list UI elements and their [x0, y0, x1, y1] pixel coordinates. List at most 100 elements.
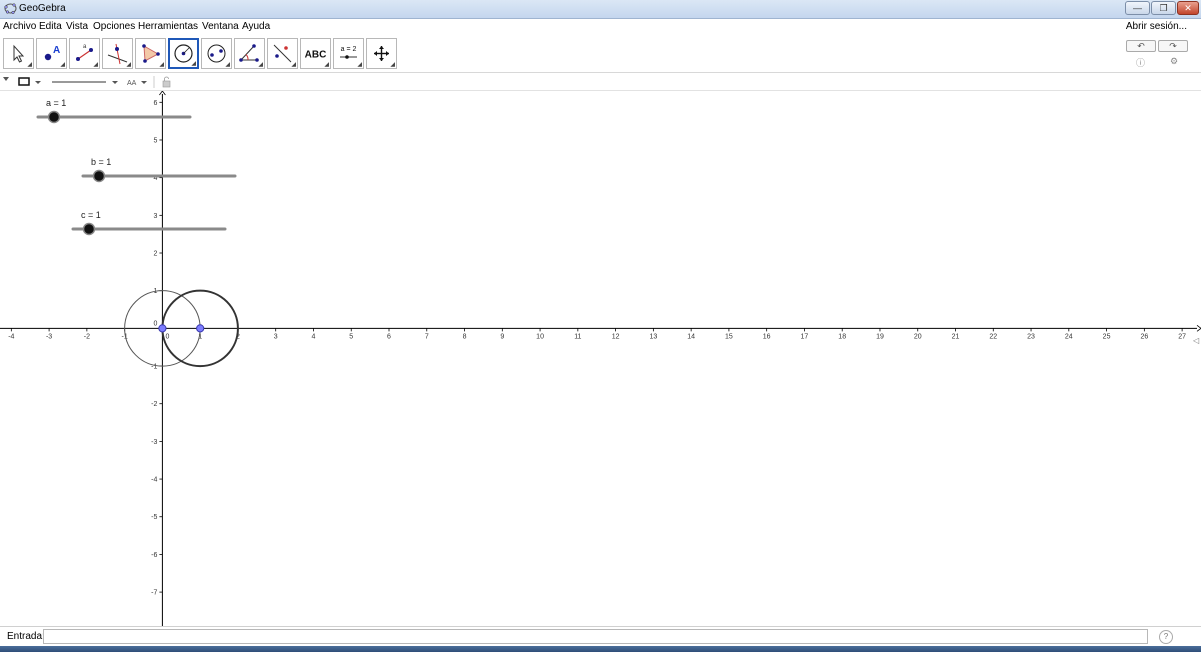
point-1[interactable]: [196, 324, 205, 333]
menu-ayuda[interactable]: Ayuda: [242, 21, 270, 32]
circle-center-point-tool-button[interactable]: ◢: [168, 38, 199, 69]
svg-text:A: A: [53, 45, 60, 56]
reflect-tool-button[interactable]: ◢: [267, 38, 298, 69]
x-tick-label: -2: [84, 333, 90, 340]
line-tool-button[interactable]: a ◢: [69, 38, 100, 69]
slider-a[interactable]: a = 1: [36, 98, 192, 124]
style-bar-controls: AA: [3, 76, 171, 88]
slider-knob[interactable]: [47, 110, 61, 124]
slider-b[interactable]: b = 1: [81, 157, 237, 183]
graphics-canvas[interactable]: -4 -3 -2 -1 0 1 2 3 4 5 6 7 8 9 10 11 12 13 14 15 16 17 18 19 20…: [0, 90, 1201, 626]
x-tick-label: 0: [165, 333, 169, 340]
polygon-tool-button[interactable]: ◢: [135, 38, 166, 69]
menu-opciones[interactable]: Opciones: [93, 21, 135, 32]
collapse-panel-icon[interactable]: ◁: [1193, 336, 1199, 345]
x-tick-label: 11: [574, 333, 581, 340]
chevron-down-icon[interactable]: [35, 81, 41, 84]
y-tick-label: 3: [153, 213, 157, 220]
x-tick-label: 18: [838, 333, 846, 340]
x-tick-label: 15: [725, 333, 733, 340]
undo-icon: ↶: [1137, 41, 1145, 51]
input-label: Entrada:: [7, 631, 45, 642]
color-swatch-icon[interactable]: [18, 77, 30, 86]
toggle-stylebar-icon[interactable]: [3, 77, 9, 81]
move-graphics-view-tool-button[interactable]: ◢: [366, 38, 397, 69]
input-bar: Entrada: ?: [0, 626, 1201, 646]
move-tool-button[interactable]: ◢: [3, 38, 34, 69]
chevron-down-icon[interactable]: [141, 81, 147, 84]
slider-label: b = 1: [91, 157, 111, 167]
graphics-view[interactable]: -4 -3 -2 -1 0 1 2 3 4 5 6 7 8 9 10 11 12 13 14 15 16 17 18 19 20…: [0, 90, 1201, 626]
x-tick-label: 25: [1103, 333, 1111, 340]
slider-label: a = 1: [46, 98, 66, 108]
input-help-icon[interactable]: ?: [1159, 630, 1173, 644]
x-tick-label: 4: [312, 333, 316, 340]
x-tick-label: -4: [8, 333, 14, 340]
ellipse-tool-button[interactable]: ◢: [201, 38, 232, 69]
y-tick-label: -3: [151, 439, 157, 446]
x-tick-label: 13: [649, 333, 657, 340]
x-tick-label: 14: [687, 333, 695, 340]
x-tick-label: 20: [914, 333, 922, 340]
x-tick-label: 9: [500, 333, 504, 340]
y-tick-label: -2: [151, 401, 157, 408]
y-tick-label: 6: [153, 100, 157, 107]
input-field[interactable]: [43, 629, 1148, 644]
menu-ventana[interactable]: Ventana: [202, 21, 239, 32]
point-tool-button[interactable]: A ◢: [36, 38, 67, 69]
slider-tool-label: a = 2: [341, 46, 357, 53]
sliders[interactable]: a = 1 b = 1 c = 1: [36, 98, 237, 236]
slider-c[interactable]: c = 1: [71, 210, 227, 236]
geogebra-logo-icon: [4, 3, 17, 15]
gear-icon[interactable]: ⚙: [1170, 56, 1178, 67]
y-tick-label: -7: [151, 590, 157, 597]
slider-knob[interactable]: [92, 169, 106, 183]
y-tick-label: -4: [151, 477, 157, 484]
menu-vista[interactable]: Vista: [66, 21, 88, 32]
title-bar: GeoGebra — ❐ ✕: [0, 0, 1201, 19]
origin-label: 0: [153, 320, 157, 327]
slider-knob[interactable]: [82, 222, 96, 236]
menu-edita[interactable]: Edita: [39, 21, 62, 32]
menu-archivo[interactable]: Archivo: [3, 21, 36, 32]
sign-in-link[interactable]: Abrir sesión...: [1126, 21, 1187, 32]
x-tick-label: 3: [274, 333, 278, 340]
toolbar: ◢ A ◢ a ◢ ◢ ◢ ◢ ◢ ◢ ◢ ABC ◢ a = 2 ◢ ◢ ↶ …: [0, 35, 1201, 73]
help-icon[interactable]: ⓘ: [1136, 56, 1145, 69]
text-tool-button[interactable]: ABC ◢: [300, 38, 331, 69]
x-tick-label: 23: [1027, 333, 1035, 340]
menu-herramientas[interactable]: Herramientas: [138, 21, 198, 32]
angle-tool-button[interactable]: ◢: [234, 38, 265, 69]
font-size-icon[interactable]: AA: [127, 80, 137, 87]
chevron-down-icon[interactable]: [112, 81, 118, 84]
point-0[interactable]: [158, 324, 167, 333]
minimize-icon[interactable]: —: [1125, 1, 1150, 15]
slider-label: c = 1: [81, 210, 101, 220]
x-axis-arrow-icon: [1196, 325, 1201, 332]
x-tick-label: -3: [46, 333, 52, 340]
menu-bar: Archivo Edita Vista Opciones Herramienta…: [0, 19, 1201, 35]
axes: -4 -3 -2 -1 0 1 2 3 4 5 6 7 8 9 10 11 12 13 14 15 16 17 18 19 20…: [0, 90, 1201, 626]
window-title: GeoGebra: [19, 3, 66, 14]
restore-icon[interactable]: ❐: [1151, 1, 1176, 15]
x-tick-label: 5: [349, 333, 353, 340]
slider-tool-button[interactable]: a = 2 ◢: [333, 38, 364, 69]
x-tick-label: 16: [763, 333, 771, 340]
svg-text:a: a: [83, 44, 87, 50]
x-tick-label: 7: [425, 333, 429, 340]
redo-button[interactable]: ↷: [1158, 40, 1188, 52]
x-tick-label: 17: [801, 333, 809, 340]
x-tick-label: 21: [952, 333, 960, 340]
perpendicular-tool-button[interactable]: ◢: [102, 38, 133, 69]
close-icon[interactable]: ✕: [1177, 1, 1199, 15]
style-bar: AA: [0, 73, 1201, 91]
x-tick-label: 10: [536, 333, 544, 340]
lock-icon[interactable]: [162, 76, 171, 88]
redo-icon: ↷: [1169, 41, 1177, 51]
x-tick-label: 26: [1140, 333, 1148, 340]
x-tick-label: 6: [387, 333, 391, 340]
undo-button[interactable]: ↶: [1126, 40, 1156, 52]
y-tick-label: -6: [151, 552, 157, 559]
text-tool-label: ABC: [305, 50, 327, 61]
y-tick-label: 2: [153, 251, 157, 258]
